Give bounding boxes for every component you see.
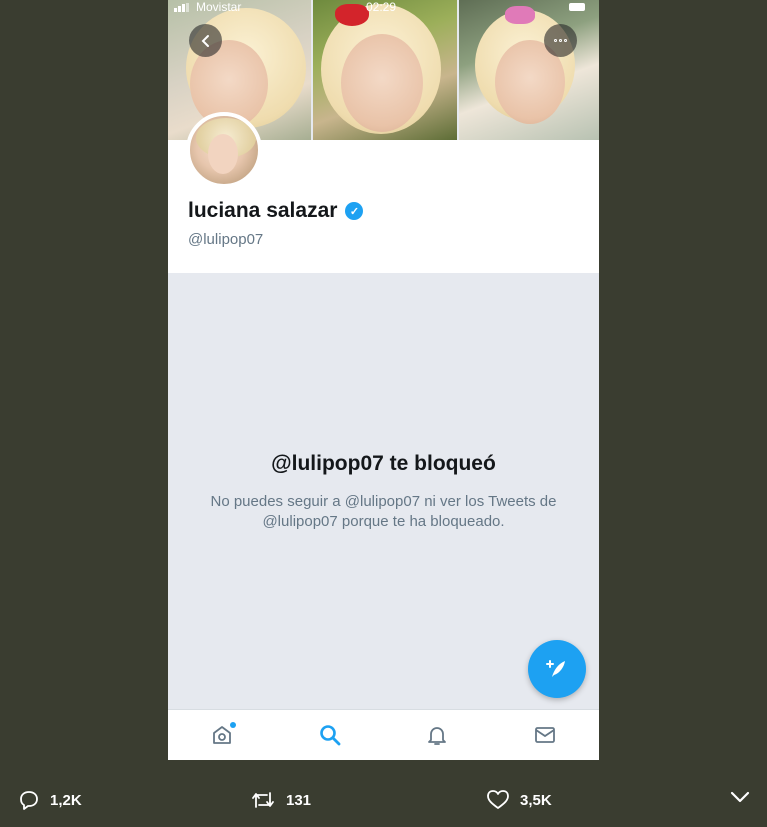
- signal-icon: [174, 3, 189, 12]
- share-menu-button[interactable]: [730, 790, 750, 804]
- banner-photo-2: [313, 0, 457, 140]
- phone-screenshot: Movistar 02:29 luciana salazar ✓ @lulipo…: [168, 0, 599, 760]
- display-name: luciana salazar: [188, 199, 338, 222]
- banner-photo-3: [459, 0, 599, 140]
- reply-button[interactable]: 1,2K: [18, 789, 82, 811]
- tab-notifications[interactable]: [417, 715, 457, 755]
- blocked-title: @lulipop07 te bloqueó: [271, 452, 496, 475]
- chevron-down-icon: [730, 791, 750, 803]
- like-count: 3,5K: [520, 791, 552, 809]
- more-icon: [554, 39, 567, 42]
- search-icon: [319, 725, 341, 746]
- avatar[interactable]: [186, 112, 262, 188]
- carrier-label: Movistar: [196, 0, 242, 14]
- retweet-button[interactable]: 131: [250, 789, 311, 811]
- battery-icon: [569, 3, 585, 11]
- more-options-button[interactable]: [544, 24, 577, 57]
- tab-messages[interactable]: [525, 715, 565, 755]
- back-button[interactable]: [189, 24, 222, 57]
- verified-badge-icon: ✓: [345, 202, 364, 220]
- retweet-icon: [252, 792, 274, 808]
- like-button[interactable]: 3,5K: [486, 789, 552, 811]
- profile-name-row: luciana salazar ✓: [188, 199, 364, 223]
- notification-dot: [229, 722, 236, 728]
- reply-count: 1,2K: [50, 791, 82, 809]
- heart-icon: [487, 790, 509, 809]
- bottom-tab-bar: [168, 709, 599, 760]
- blocked-message: No puedes seguir a @lulipop07 ni ver los…: [210, 493, 557, 530]
- status-bar: Movistar 02:29: [168, 0, 599, 16]
- profile-handle: @lulipop07: [188, 231, 264, 248]
- envelope-icon: [535, 727, 556, 743]
- profile-card: luciana salazar ✓ @lulipop07: [168, 112, 599, 273]
- tab-search[interactable]: [310, 715, 350, 755]
- tab-home[interactable]: [202, 715, 242, 755]
- compose-feather-icon: [546, 660, 565, 677]
- reply-icon: [20, 791, 38, 810]
- compose-tweet-button[interactable]: [528, 640, 586, 698]
- bell-icon: [428, 727, 447, 745]
- tweet-action-bar: 1,2K 131 3,5K: [0, 760, 767, 827]
- clock: 02:29: [366, 0, 397, 14]
- chevron-left-icon: [201, 34, 209, 47]
- retweet-count: 131: [286, 791, 312, 809]
